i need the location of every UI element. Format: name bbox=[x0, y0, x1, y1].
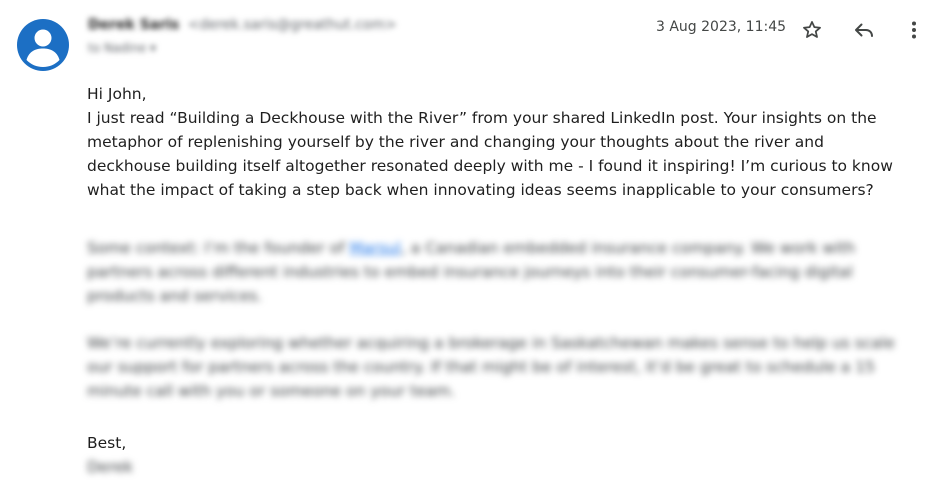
reply-button[interactable] bbox=[850, 16, 878, 44]
message-body: Hi John, I just read “Building a Deckhou… bbox=[87, 82, 907, 479]
signature: Derek bbox=[87, 458, 134, 476]
greeting: Hi John, bbox=[87, 85, 147, 103]
context-text-before: Some context: I’m the founder of bbox=[87, 239, 350, 257]
body-paragraph-context: Some context: I’m the founder of Marsul,… bbox=[87, 236, 907, 308]
body-paragraph-request: We’re currently exploring whether acquir… bbox=[87, 334, 895, 400]
sender-avatar[interactable] bbox=[17, 19, 69, 71]
recipient-details-toggle[interactable]: to Nadine ▾ bbox=[88, 41, 156, 55]
star-button[interactable] bbox=[798, 16, 826, 44]
account-circle-icon bbox=[17, 19, 69, 71]
star-outline-icon bbox=[803, 21, 821, 38]
more-options-button[interactable] bbox=[900, 16, 928, 44]
sender-email: <derek.saris@greathut.com> bbox=[187, 17, 397, 33]
company-link[interactable]: Marsul bbox=[349, 239, 400, 257]
message-timestamp: 3 Aug 2023, 11:45 bbox=[656, 19, 787, 35]
closing: Best, bbox=[87, 434, 127, 452]
body-paragraph-intro: I just read “Building a Deckhouse with t… bbox=[87, 109, 893, 199]
email-message-view: Derek Saris <derek.saris@greathut.com> t… bbox=[0, 0, 944, 489]
sender-info: Derek Saris <derek.saris@greathut.com> bbox=[88, 17, 397, 33]
sender-name[interactable]: Derek Saris bbox=[88, 17, 179, 33]
more-vert-icon bbox=[912, 21, 916, 39]
reply-icon bbox=[855, 23, 873, 37]
